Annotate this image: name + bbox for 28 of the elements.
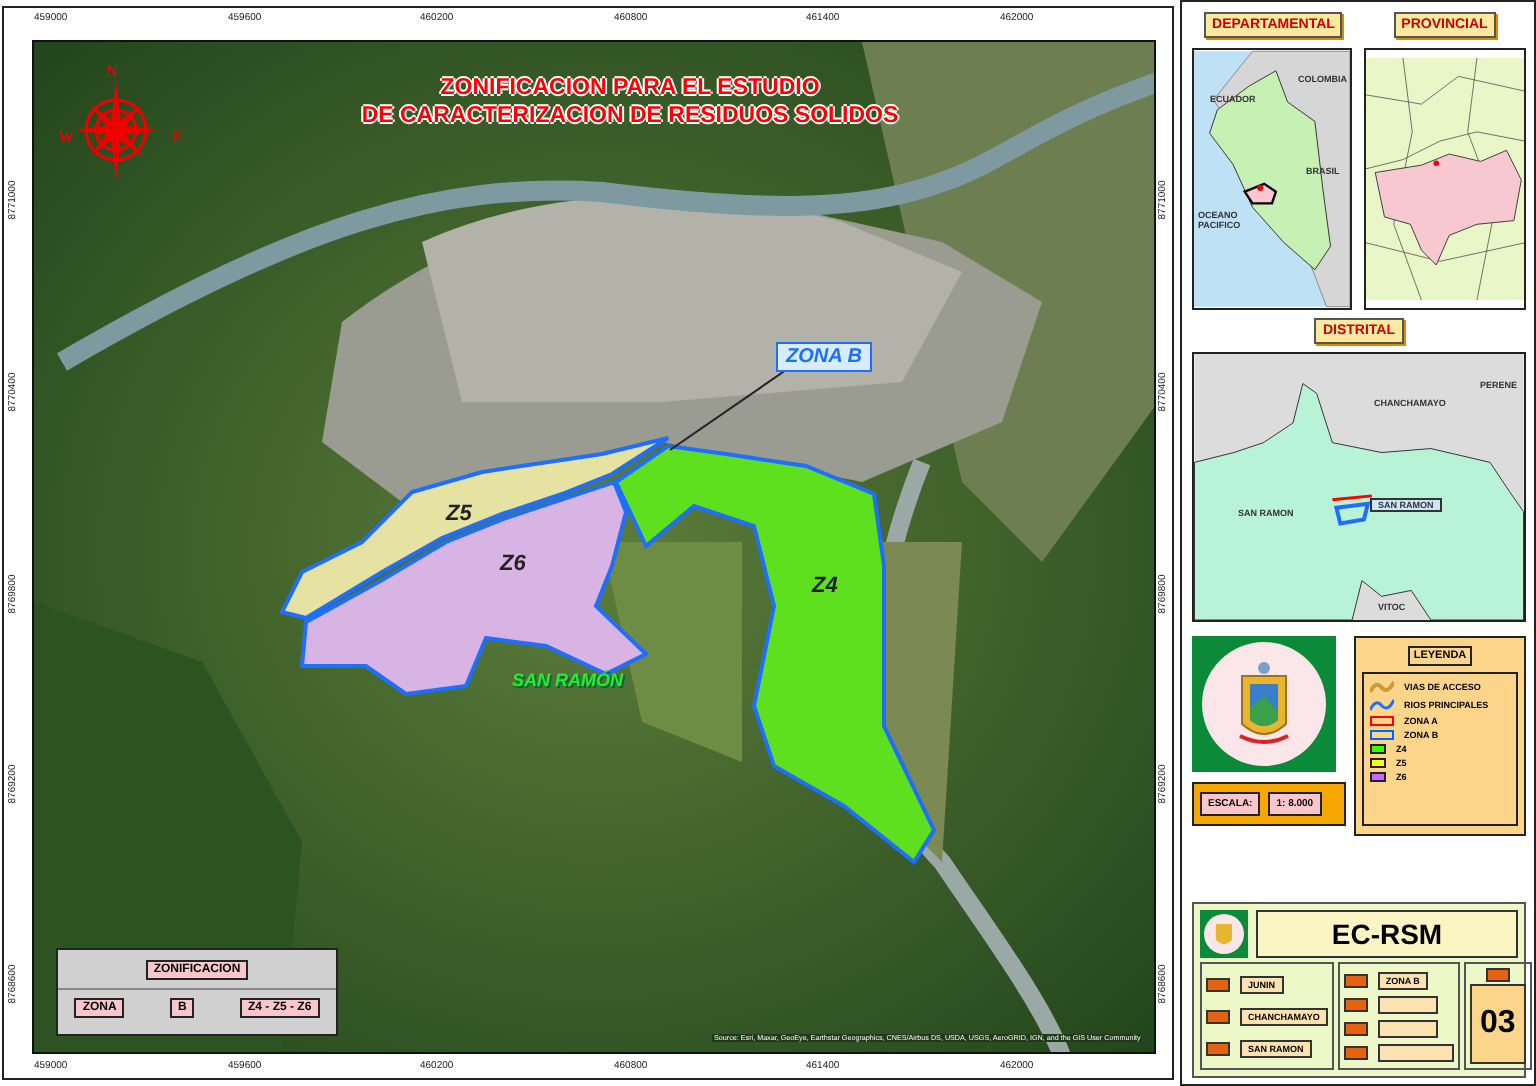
zone-callout: ZONA B [776,342,872,372]
blank-field [1377,995,1438,1013]
field-tag [1485,968,1510,983]
field-tag [1206,977,1230,991]
map-code: EC-RSM [1256,910,1518,958]
sheet-number: 03 [1469,983,1526,1064]
place-label: SAN RAMÓN [512,670,623,690]
blank-field [1377,1019,1438,1037]
zone-label: Z5 [446,502,472,526]
field-tag [1343,997,1368,1011]
map-title: ZONIFICACION PARA EL ESTUDIO [440,74,820,102]
field-tag [1343,1045,1368,1059]
municipal-emblem-icon [1200,910,1248,958]
compass-letter: W [58,128,74,146]
field-tag [1206,1009,1230,1023]
blank-field [1377,1043,1454,1061]
municipal-emblem-icon [1192,636,1336,772]
field-tag [1343,1021,1368,1035]
zone-label: Z6 [500,552,526,576]
compass-letter: E [172,128,183,146]
road-symbol-icon [1370,680,1394,694]
map-title: DE CARACTERIZACION DE RESIDUOS SOLIDOS [361,102,899,130]
compass-letter: N [106,62,118,80]
field-tag [1206,1041,1230,1055]
river-symbol-icon [1370,698,1394,712]
leader-line [669,369,787,451]
field-tag [1343,973,1368,987]
zone-label: Z4 [812,574,838,598]
